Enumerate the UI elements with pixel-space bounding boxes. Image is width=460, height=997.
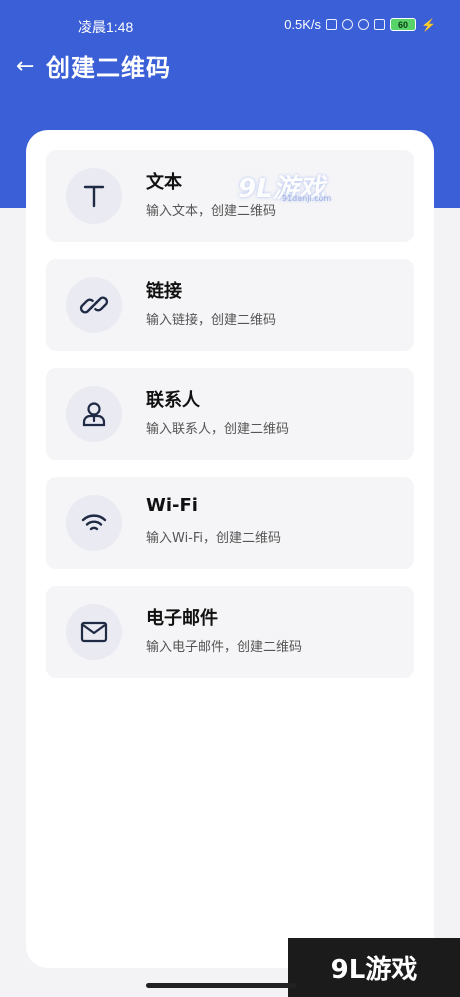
watermark-badge-text: 9L游戏 [330, 955, 418, 985]
option-wifi-subtitle: 输入Wi-Fi，创建二维码 [146, 531, 282, 546]
back-arrow-icon[interactable]: ← [16, 53, 40, 81]
status-bar: 凌晨1:48 0.5K/s 60 ⚡ [0, 14, 460, 38]
option-contact-subtitle: 输入联系人，创建二维码 [146, 422, 290, 437]
mail-icon [66, 604, 122, 660]
battery-icon: 60 [390, 18, 417, 31]
link-icon [66, 277, 122, 333]
wifi-icon [66, 495, 122, 551]
status-icons: 0.5K/s 60 ⚡ [284, 17, 436, 32]
watermark-badge: 9L游戏 [288, 938, 460, 997]
option-wifi-label: Wi-Fi [146, 495, 198, 516]
option-wifi[interactable]: Wi-Fi 输入Wi-Fi，创建二维码 [46, 477, 414, 569]
option-contact[interactable]: 联系人 输入联系人，创建二维码 [46, 368, 414, 460]
option-email-label: 电子邮件 [146, 608, 218, 629]
option-link-subtitle: 输入链接，创建二维码 [146, 313, 277, 328]
watermark-url: 91danji.com [282, 194, 332, 203]
network-speed: 0.5K/s [284, 17, 322, 32]
option-link[interactable]: 链接 输入链接，创建二维码 [46, 259, 414, 351]
charging-icon: ⚡ [421, 17, 436, 32]
option-text-label: 文本 [146, 172, 182, 193]
home-indicator[interactable] [146, 983, 296, 988]
option-link-label: 链接 [146, 281, 182, 302]
watermark-logo: 9L游戏 91danji.com [238, 168, 331, 205]
alarm-icon [342, 19, 354, 30]
option-text[interactable]: 文本 输入文本，创建二维码 [46, 150, 414, 242]
signal-icon [374, 19, 386, 30]
page-title: 创建二维码 [46, 54, 171, 82]
option-contact-label: 联系人 [146, 390, 200, 411]
options-sheet: 文本 输入文本，创建二维码 链接 输入链接，创建二维码 联系人 输入联系人，创建… [26, 130, 434, 968]
bluetooth-icon [358, 19, 370, 30]
title-bar: ← 创建二维码 [0, 50, 460, 86]
contact-icon [66, 386, 122, 442]
status-time: 凌晨1:48 [78, 19, 134, 35]
vibrate-icon [326, 19, 338, 30]
option-email-subtitle: 输入电子邮件，创建二维码 [146, 640, 303, 655]
text-icon [66, 168, 122, 224]
option-email[interactable]: 电子邮件 输入电子邮件，创建二维码 [46, 586, 414, 678]
